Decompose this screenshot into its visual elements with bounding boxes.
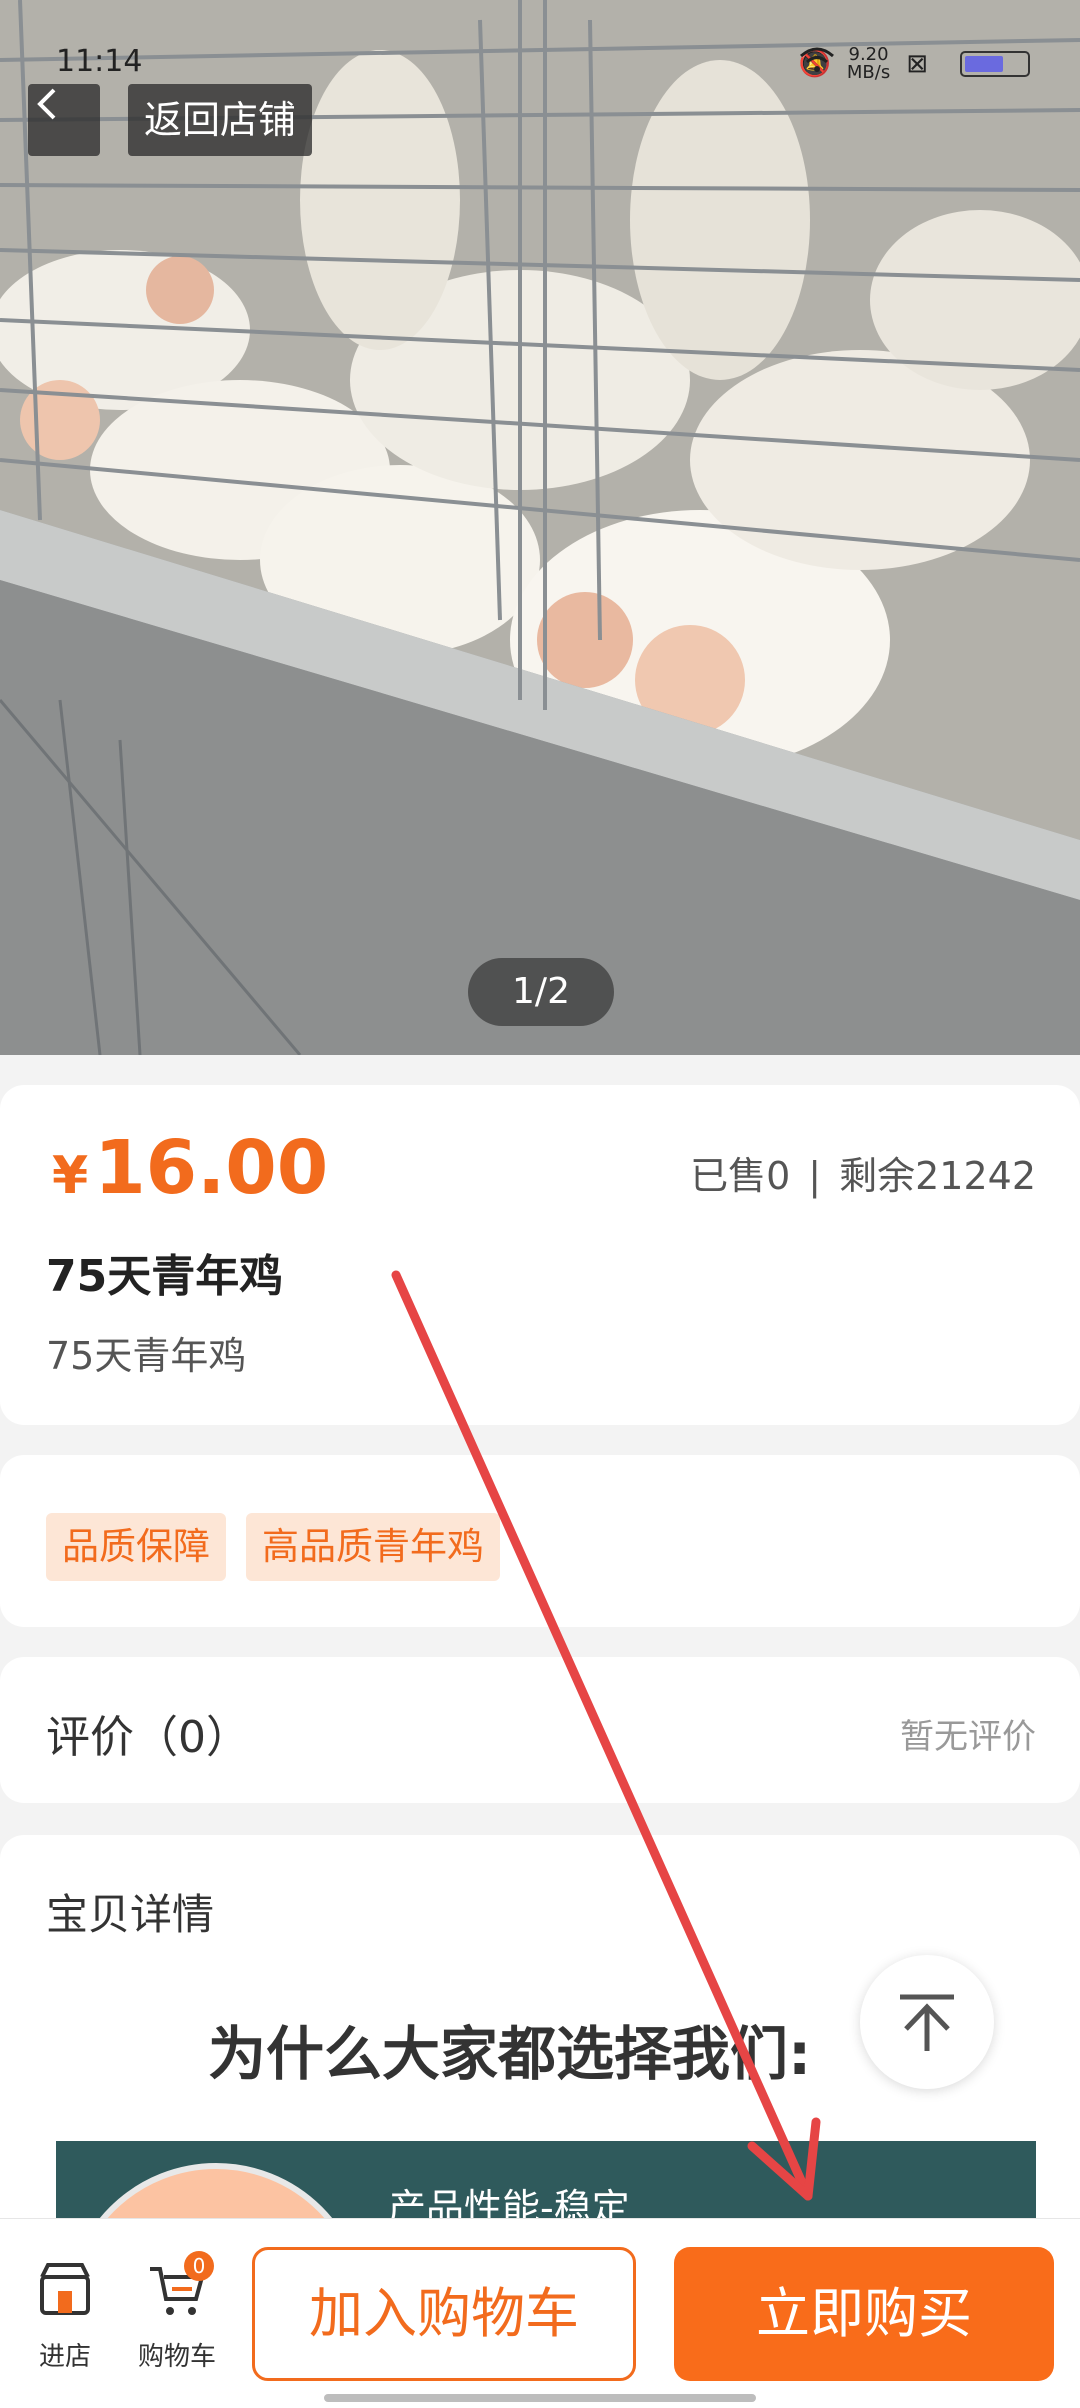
detail-title: 宝贝详情 xyxy=(46,1890,215,1939)
home-indicator xyxy=(324,2394,756,2402)
tag-premium: 高品质青年鸡 xyxy=(246,1513,500,1581)
stock-separator: | xyxy=(808,1154,822,1198)
status-icons: 🔕 9.20 MB/s ⊠ xyxy=(799,46,1030,82)
store-label: 进店 xyxy=(38,2342,91,2372)
product-subtitle: 75天青年鸡 xyxy=(46,1334,247,1378)
product-title: 75天青年鸡 xyxy=(46,1251,284,1302)
detail-heading: 为什么大家都选择我们: xyxy=(208,2020,812,2088)
back-button[interactable] xyxy=(28,84,100,156)
store-icon xyxy=(40,2263,90,2315)
arrow-up-icon xyxy=(900,1994,954,2051)
cart-label: 购物车 xyxy=(137,2342,216,2372)
status-time: 11:14 xyxy=(56,44,143,79)
store-entry[interactable]: 进店 xyxy=(20,2259,110,2373)
tags-card: 品质保障 高品质青年鸡 xyxy=(0,1455,1080,1627)
buy-now-button[interactable]: 立即购买 xyxy=(674,2247,1054,2381)
product-photo xyxy=(0,0,1080,1055)
currency-symbol: ¥ xyxy=(52,1146,89,1206)
back-to-store-button[interactable]: 返回店铺 xyxy=(128,84,313,156)
stock-info: 已售0 | 剩余21242 xyxy=(690,1145,1036,1200)
product-info-card: ¥16.00 已售0 | 剩余21242 75天青年鸡 75天青年鸡 xyxy=(0,1085,1080,1425)
back-to-top-button[interactable] xyxy=(860,1955,994,2089)
chevron-left-icon xyxy=(37,88,56,120)
cart-count-badge: 0 xyxy=(184,2251,214,2281)
remaining-count: 剩余21242 xyxy=(839,1154,1036,1198)
add-to-cart-button[interactable]: 加入购物车 xyxy=(252,2247,636,2381)
review-empty-text: 暂无评价 xyxy=(900,1717,1036,1757)
product-image-gallery[interactable]: 11:14 🔕 9.20 MB/s ⊠ 返回店铺 1/2 xyxy=(0,0,1080,1055)
bottom-action-bar: 进店 0 购物车 加入购物车 立即购买 xyxy=(0,2218,1080,2408)
review-section[interactable]: 评价（0） 暂无评价 xyxy=(0,1657,1080,1803)
sim-icon: ⊠ xyxy=(906,49,928,79)
price-value: 16.00 xyxy=(94,1125,329,1211)
sold-count: 已售0 xyxy=(690,1154,791,1198)
cart-entry[interactable]: 0 购物车 xyxy=(132,2251,222,2373)
tag-quality: 品质保障 xyxy=(46,1513,226,1581)
product-price: ¥16.00 xyxy=(52,1125,328,1211)
review-title: 评价（0） xyxy=(46,1712,250,1763)
network-speed: 9.20 MB/s xyxy=(847,46,890,82)
image-pager: 1/2 xyxy=(468,958,614,1026)
battery-icon xyxy=(960,51,1030,77)
net-speed-unit: MB/s xyxy=(846,62,891,83)
